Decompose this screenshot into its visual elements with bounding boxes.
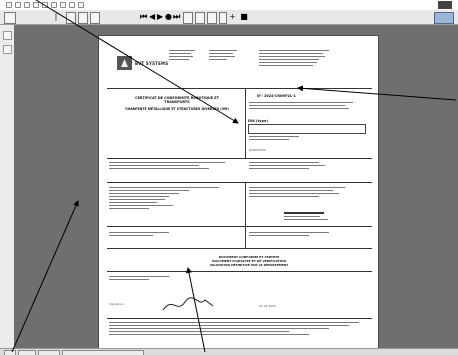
form-subtitle: CHARPENTE MÉTALLIQUE ET STRUCTURES DIVER… xyxy=(125,107,229,111)
separator-icon: | xyxy=(54,12,58,21)
company-logo xyxy=(117,56,132,70)
dw-value: DW000000 xyxy=(249,148,266,152)
signature-date: 01.01.2024 xyxy=(259,304,277,308)
section-rule-5 xyxy=(107,271,372,272)
header-divider xyxy=(245,88,246,158)
grid-icon[interactable] xyxy=(66,12,76,24)
last-page-icon[interactable]: ⏭ xyxy=(173,12,180,22)
find-icon[interactable]: ■ xyxy=(240,12,248,22)
undo-icon[interactable] xyxy=(69,2,75,8)
redo-icon[interactable] xyxy=(78,2,84,8)
window-restore-button[interactable] xyxy=(434,12,454,24)
address-lines-1 xyxy=(169,50,197,60)
new-icon[interactable] xyxy=(6,2,12,8)
conformity-line-3: VALIDATION DÉFINITIVE PAR LE DÉPARTEMENT xyxy=(209,263,289,267)
pdf-viewer-window: | ⏮ ◀ ▶ ● ⏭ + ■ BVT SYSTEMS CERTIFICAT D… xyxy=(0,0,458,355)
footer-lines xyxy=(109,322,369,335)
main-toolbar: | ⏮ ◀ ▶ ● ⏭ + ■ xyxy=(0,10,458,25)
status-segment-3[interactable] xyxy=(38,350,60,355)
address-lines-3 xyxy=(259,50,331,66)
status-segment-4[interactable] xyxy=(62,350,144,355)
dw-box xyxy=(248,124,366,134)
section-2-lines xyxy=(109,187,229,209)
dw-label: DW (type) xyxy=(248,119,269,123)
rotate-icon[interactable] xyxy=(207,12,217,24)
dw-value-lines xyxy=(249,136,309,140)
play-icon[interactable]: ▶ xyxy=(157,12,163,22)
section-rule-6 xyxy=(107,318,372,319)
prev-page-icon[interactable]: ◀ xyxy=(149,12,155,22)
section-3-lines xyxy=(109,232,229,236)
zoom-out-icon[interactable]: + xyxy=(229,12,236,22)
section-2-right-lines xyxy=(249,187,359,197)
pdf-page: BVT SYSTEMS CERTIFICAT DE CONFORMITE ROB… xyxy=(99,36,378,355)
status-bar xyxy=(0,348,458,355)
two-page-icon[interactable] xyxy=(195,12,205,24)
signature-image xyxy=(162,297,214,311)
signature-label: Signature xyxy=(109,302,124,306)
address-lines-2 xyxy=(209,50,239,60)
navigation-panel xyxy=(0,25,15,348)
document-viewport[interactable]: BVT SYSTEMS CERTIFICAT DE CONFORMITE ROB… xyxy=(14,25,458,355)
toolbar-label-2[interactable] xyxy=(108,12,136,22)
back-icon[interactable] xyxy=(4,12,16,24)
open-icon[interactable] xyxy=(15,2,21,8)
section-rule-1 xyxy=(107,158,372,159)
zoom-page-label[interactable] xyxy=(252,12,278,22)
section-1-lines xyxy=(109,162,229,169)
form-title: CERTIFICAT DE CONFORMITE ROBOTIQUE ET TR… xyxy=(107,96,247,104)
window-controls[interactable] xyxy=(438,1,452,9)
form-title-line-2: TRANSPORTS xyxy=(164,100,190,104)
copy-icon[interactable] xyxy=(51,2,57,8)
next-page-icon[interactable]: ● xyxy=(165,12,172,22)
toolbar-label-1[interactable] xyxy=(18,12,44,22)
remarks-lines xyxy=(109,276,189,280)
bookmarks-icon[interactable] xyxy=(3,31,12,40)
first-page-icon[interactable]: ⏮ xyxy=(140,12,147,22)
section-rule-2 xyxy=(107,182,372,183)
status-segment-1[interactable] xyxy=(4,350,16,355)
quick-access-icons xyxy=(6,2,84,8)
section-3-right-lines xyxy=(249,232,359,236)
section-1-right-lines xyxy=(249,162,329,169)
section-2-divider xyxy=(245,182,246,248)
section-rule-3 xyxy=(107,226,372,227)
header-rule xyxy=(107,88,372,89)
certificate-number: N°: 2024-CRN9F2L-1 xyxy=(257,94,296,98)
list-icon[interactable] xyxy=(78,12,88,24)
cert-detail-lines xyxy=(249,102,359,109)
conformity-statement: DOCUMENT CONFORME ET CERTIFIÉ DOCUMENT D… xyxy=(159,255,339,267)
print-icon[interactable] xyxy=(33,2,39,8)
brand-name: BVT SYSTEMS xyxy=(135,61,169,66)
cut-icon[interactable] xyxy=(42,2,48,8)
stamp-lines xyxy=(284,212,334,220)
section-rule-4 xyxy=(107,248,372,249)
page-view-icon[interactable] xyxy=(183,12,193,24)
thumbnails-icon[interactable] xyxy=(3,45,12,54)
save-icon[interactable] xyxy=(24,2,30,8)
table-icon[interactable] xyxy=(90,12,100,24)
status-segment-2[interactable] xyxy=(18,350,36,355)
paste-icon[interactable] xyxy=(60,2,66,8)
zoom-in-icon[interactable] xyxy=(219,12,227,24)
